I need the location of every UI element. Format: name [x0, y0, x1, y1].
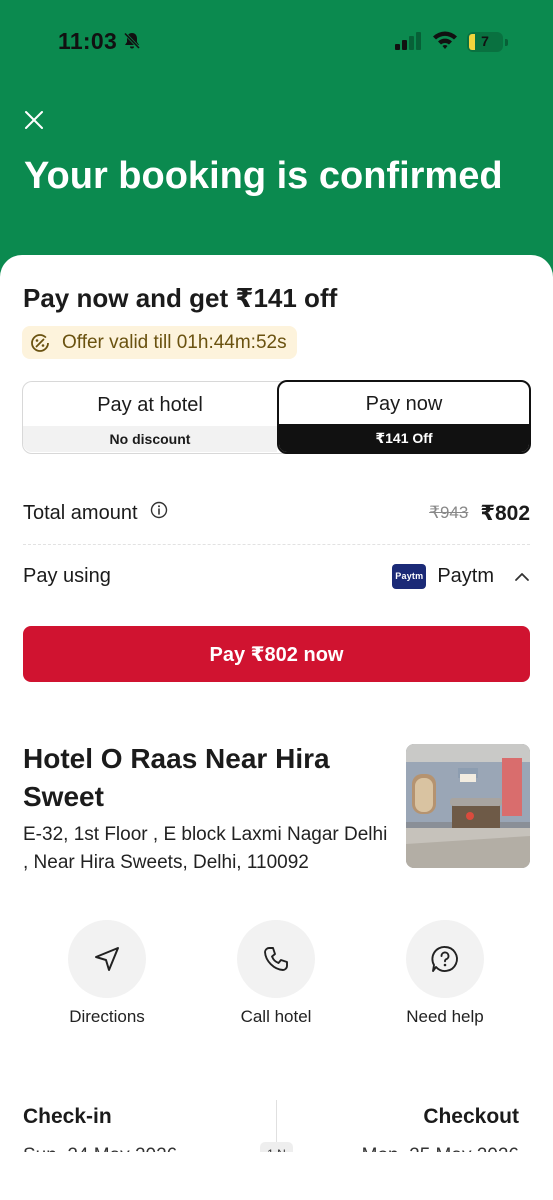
payment-option-toggle: Pay at hotel No discount Pay now ₹141 Of…: [22, 380, 531, 454]
call-hotel-label: Call hotel: [240, 1007, 312, 1026]
hotel-address: E-32, 1st Floor , E block Laxmi Nagar De…: [23, 824, 388, 873]
hotel-name: Hotel O Raas Near Hira Sweet: [23, 743, 330, 812]
original-price: ₹943: [429, 503, 469, 522]
offer-validity-badge: Offer valid till 01h:44m:52s: [22, 326, 297, 359]
battery-tip: [505, 39, 508, 46]
payment-method-name: Paytm: [437, 564, 494, 587]
amounts: ₹943 ₹802: [429, 501, 530, 526]
pay-at-hotel-sublabel: No discount: [23, 426, 277, 452]
hotel-actions: Directions Call hotel Need help: [0, 920, 553, 1040]
chevron-up-icon[interactable]: [514, 565, 530, 588]
pay-at-hotel-option[interactable]: Pay at hotel No discount: [23, 382, 277, 452]
paytm-logo: Paytm: [392, 563, 427, 589]
header: 11:03 7 Your booking is confirmed: [0, 0, 553, 290]
hotel-photo[interactable]: [406, 744, 530, 868]
checkin-label: Check-in: [23, 1105, 112, 1128]
battery-level: 7: [481, 33, 489, 49]
need-help-circle[interactable]: [406, 920, 484, 998]
discount-timer-icon: [31, 333, 49, 352]
final-price: ₹802: [480, 501, 530, 525]
pay-using-label: Pay using: [23, 564, 111, 587]
screenshot-cutoff: [0, 1152, 553, 1200]
total-amount-label: Total amount: [23, 501, 138, 524]
offer-heading: Pay now and get ₹141 off: [23, 283, 338, 313]
phone-icon: [264, 947, 288, 971]
need-help-label: Need help: [406, 1007, 484, 1026]
pay-now-button[interactable]: Pay ₹802 now: [23, 626, 530, 682]
directions-circle[interactable]: [68, 920, 146, 998]
need-help-button[interactable]: Need help: [375, 920, 515, 1027]
directions-button[interactable]: Directions: [37, 920, 177, 1027]
pay-using-row[interactable]: Pay using Paytm Paytm: [23, 556, 530, 596]
pay-now-option[interactable]: Pay now ₹141 Off: [277, 380, 531, 454]
total-amount-row: Total amount ₹943 ₹802: [23, 493, 530, 533]
pay-now-label: Pay now: [365, 393, 443, 415]
checkout-label: Checkout: [423, 1105, 519, 1128]
directions-label: Directions: [69, 1007, 145, 1026]
cellular-signal-icon: [395, 32, 423, 55]
bell-muted-icon: [122, 31, 142, 56]
help-chat-icon: [431, 946, 458, 972]
wifi-icon: [432, 30, 458, 55]
booking-sheet: Pay now and get ₹141 off Offer valid til…: [0, 255, 553, 1200]
payment-method-selector[interactable]: Paytm Paytm: [392, 563, 530, 589]
close-icon[interactable]: [22, 108, 46, 132]
offer-validity-text: Offer valid till 01h:44m:52s: [62, 331, 287, 353]
status-time: 11:03: [58, 28, 118, 54]
call-hotel-circle[interactable]: [237, 920, 315, 998]
dashed-divider: [23, 544, 530, 545]
navigation-arrow-icon: [95, 947, 119, 971]
call-hotel-button[interactable]: Call hotel: [206, 920, 346, 1027]
status-bar: 11:03 7: [0, 28, 553, 58]
pay-now-sublabel: ₹141 Off: [279, 424, 529, 452]
info-icon[interactable]: [150, 501, 168, 525]
pay-at-hotel-label: Pay at hotel: [97, 394, 203, 416]
page-title: Your booking is confirmed: [24, 155, 503, 197]
battery-icon: 7: [467, 32, 503, 52]
